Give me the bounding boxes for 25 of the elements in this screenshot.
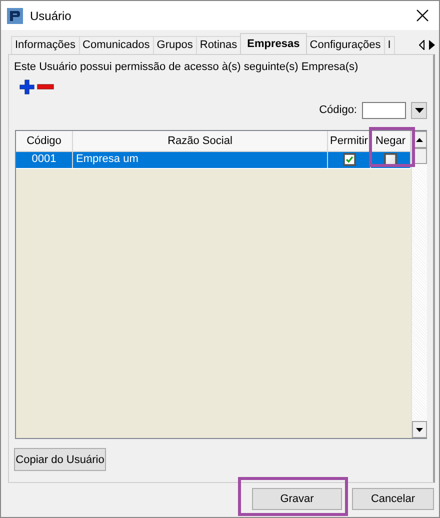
tab[interactable]: Informações	[11, 36, 80, 54]
table-row[interactable]: 0001 Empresa um	[16, 151, 411, 169]
allow-checkbox[interactable]	[342, 153, 356, 166]
table-cell: 0001	[16, 151, 73, 168]
arrow-down-icon	[416, 428, 423, 432]
caret-icon	[414, 108, 424, 112]
window-title: Usuário	[30, 8, 72, 22]
app-logo-icon	[7, 8, 23, 24]
description-text: Este Usuário possui permissão de acesso à(s) seguinte(s) Empresa(s)	[13, 60, 360, 73]
remove-icon[interactable]	[37, 84, 54, 90]
arrow-up-icon	[416, 138, 423, 142]
table-cell: Empresa um	[73, 151, 328, 168]
dialog-button[interactable]: Gravar	[252, 488, 342, 510]
code-field[interactable]	[362, 102, 406, 118]
scroll-down-button[interactable]	[412, 421, 427, 438]
add-icon[interactable]	[19, 79, 35, 95]
code-label: Código:	[319, 104, 357, 116]
copy-button[interactable]: Copiar do Usuário	[14, 448, 106, 471]
close-icon[interactable]	[416, 9, 429, 22]
dropdown-button[interactable]	[411, 102, 427, 118]
scroll-right-icon[interactable]	[429, 40, 435, 50]
tab[interactable]: I	[384, 36, 395, 54]
scroll-left-icon[interactable]	[419, 40, 425, 50]
dialog-button[interactable]: Cancelar	[352, 488, 434, 510]
tab[interactable]: Empresas	[240, 33, 307, 54]
